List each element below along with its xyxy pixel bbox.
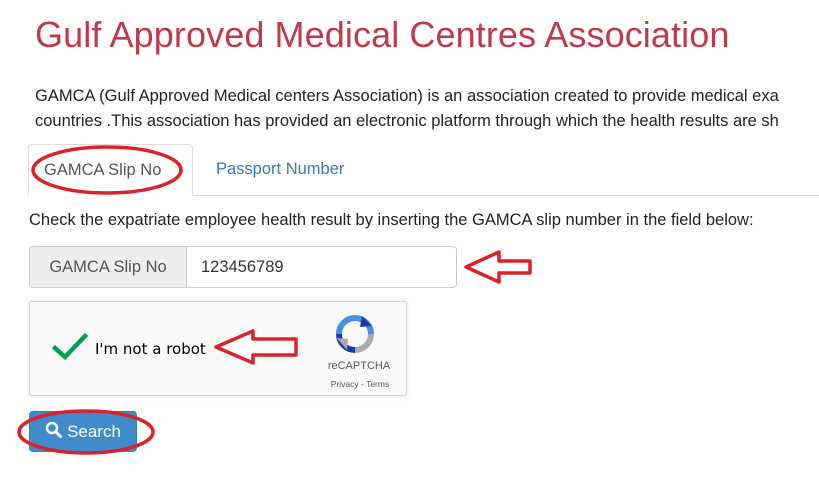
search-tabs: GAMCA Slip No Passport Number	[28, 144, 819, 196]
intro-line-1: GAMCA (Gulf Approved Medical centers Ass…	[35, 87, 779, 105]
recaptcha-privacy-terms[interactable]: Privacy - Terms	[318, 379, 402, 389]
intro-line-2: countries .This association has provided…	[35, 112, 779, 130]
intro-text: GAMCA (Gulf Approved Medical centers Ass…	[35, 84, 819, 134]
check-icon[interactable]	[51, 332, 89, 367]
magnifier-icon	[45, 421, 63, 443]
slip-number-input[interactable]	[186, 246, 457, 288]
recaptcha-logo-icon	[335, 314, 375, 359]
page-title: Gulf Approved Medical Centres Associatio…	[35, 14, 730, 55]
left-arrow-outline-icon	[464, 250, 532, 284]
recaptcha-brand: reCAPTCHA	[327, 360, 391, 372]
slip-number-group: GAMCA Slip No	[29, 246, 457, 288]
tab-gamca-slip-no[interactable]: GAMCA Slip No	[28, 144, 193, 196]
slip-number-addon-label: GAMCA Slip No	[29, 246, 186, 288]
tab-passport-number[interactable]: Passport Number	[201, 144, 359, 194]
search-button[interactable]: Search	[29, 411, 137, 452]
recaptcha-label: I'm not a robot	[95, 340, 206, 358]
instruction-text: Check the expatriate employee health res…	[29, 211, 754, 229]
search-button-label: Search	[67, 421, 121, 441]
recaptcha-widget: I'm not a robot reCAPTCHA Privacy - Term…	[29, 301, 407, 396]
